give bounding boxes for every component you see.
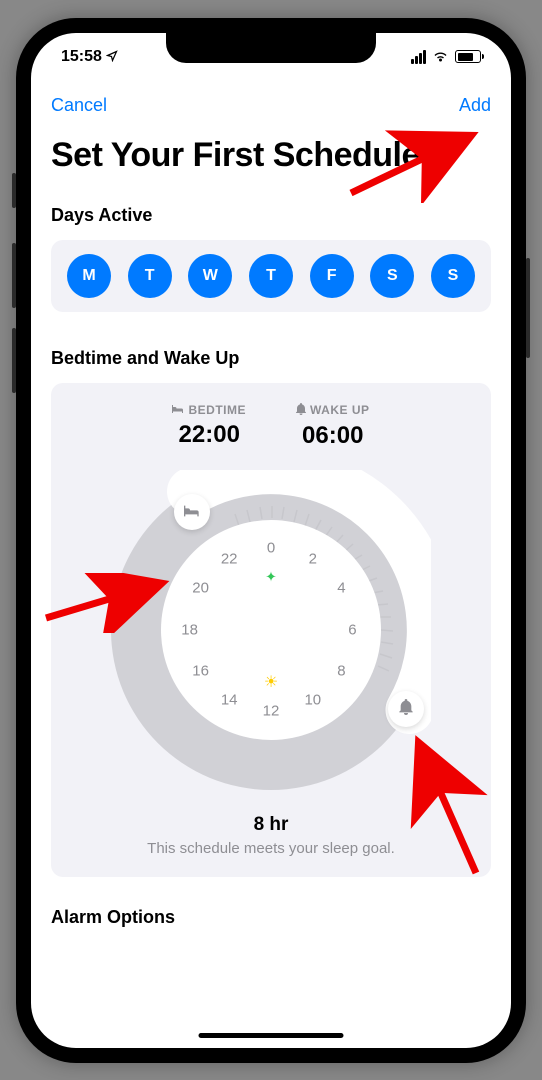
clock-4: 4: [337, 579, 345, 596]
cellular-icon: [411, 50, 426, 64]
screen: 15:58 Cancel Add Set Your First Schedule: [31, 33, 511, 1048]
bedtime-value: 22:00: [172, 421, 246, 449]
sleep-summary: 8 hr This schedule meets your sleep goal…: [71, 814, 471, 857]
alarm-options-title: Alarm Options: [51, 907, 491, 928]
power-button: [526, 258, 530, 358]
cancel-button[interactable]: Cancel: [51, 95, 107, 116]
wifi-icon: [432, 50, 449, 63]
add-button[interactable]: Add: [459, 95, 491, 116]
clock-6: 6: [348, 621, 356, 638]
status-time: 15:58: [61, 48, 118, 66]
wakeup-label-group: WAKE UP 06:00: [296, 403, 370, 450]
location-icon: [106, 49, 118, 65]
bedtime-label-group: BEDTIME 22:00: [172, 403, 246, 450]
content: Cancel Add Set Your First Schedule Days …: [31, 81, 511, 1048]
bedtime-card: BEDTIME 22:00 WAKE UP 06:00: [51, 383, 491, 877]
bed-handle-icon: [184, 504, 200, 520]
notch: [166, 33, 376, 63]
clock-14: 14: [221, 691, 238, 708]
bell-handle-icon: [399, 699, 413, 718]
time-labels: BEDTIME 22:00 WAKE UP 06:00: [71, 403, 471, 450]
wakeup-header: WAKE UP: [310, 403, 370, 417]
summary-hours: 8 hr: [71, 814, 471, 836]
bed-icon: [172, 403, 184, 417]
sparkle-icon: ✦: [265, 568, 277, 585]
day-tuesday[interactable]: T: [128, 254, 172, 298]
day-saturday[interactable]: S: [370, 254, 414, 298]
clock-12: 12: [263, 702, 280, 719]
bedtime-handle[interactable]: [174, 494, 210, 530]
page-title: Set Your First Schedule: [51, 136, 491, 175]
clock-16: 16: [192, 663, 209, 680]
clock-2: 2: [309, 551, 317, 568]
day-monday[interactable]: M: [67, 254, 111, 298]
volume-down: [12, 328, 16, 393]
summary-text: This schedule meets your sleep goal.: [71, 840, 471, 857]
sun-icon: ☀: [264, 672, 278, 692]
clock-8: 8: [337, 663, 345, 680]
day-wednesday[interactable]: W: [188, 254, 232, 298]
clock-10: 10: [304, 691, 321, 708]
sleep-dial[interactable]: 0 2 4 6 8 10 12 14 16 18 20 22 ✦: [111, 470, 431, 790]
nav-bar: Cancel Add: [51, 81, 491, 136]
day-thursday[interactable]: T: [249, 254, 293, 298]
day-friday[interactable]: F: [310, 254, 354, 298]
wakeup-handle[interactable]: [388, 691, 424, 727]
battery-icon: [455, 50, 481, 63]
mute-switch: [12, 173, 16, 208]
clock-20: 20: [192, 579, 209, 596]
clock-0: 0: [267, 540, 275, 557]
bell-icon: [296, 403, 306, 418]
volume-up: [12, 243, 16, 308]
clock-22: 22: [221, 551, 238, 568]
phone-frame: 15:58 Cancel Add Set Your First Schedule: [16, 18, 526, 1063]
bedtime-header: BEDTIME: [188, 403, 246, 417]
days-container: M T W T F S S: [51, 240, 491, 312]
wakeup-value: 06:00: [296, 422, 370, 450]
days-active-title: Days Active: [51, 205, 491, 226]
bedtime-title: Bedtime and Wake Up: [51, 348, 491, 369]
status-indicators: [411, 50, 481, 64]
clock-18: 18: [181, 621, 198, 638]
home-indicator[interactable]: [199, 1033, 344, 1038]
day-sunday[interactable]: S: [431, 254, 475, 298]
clock-face: 0 2 4 6 8 10 12 14 16 18 20 22 ✦: [161, 520, 381, 740]
